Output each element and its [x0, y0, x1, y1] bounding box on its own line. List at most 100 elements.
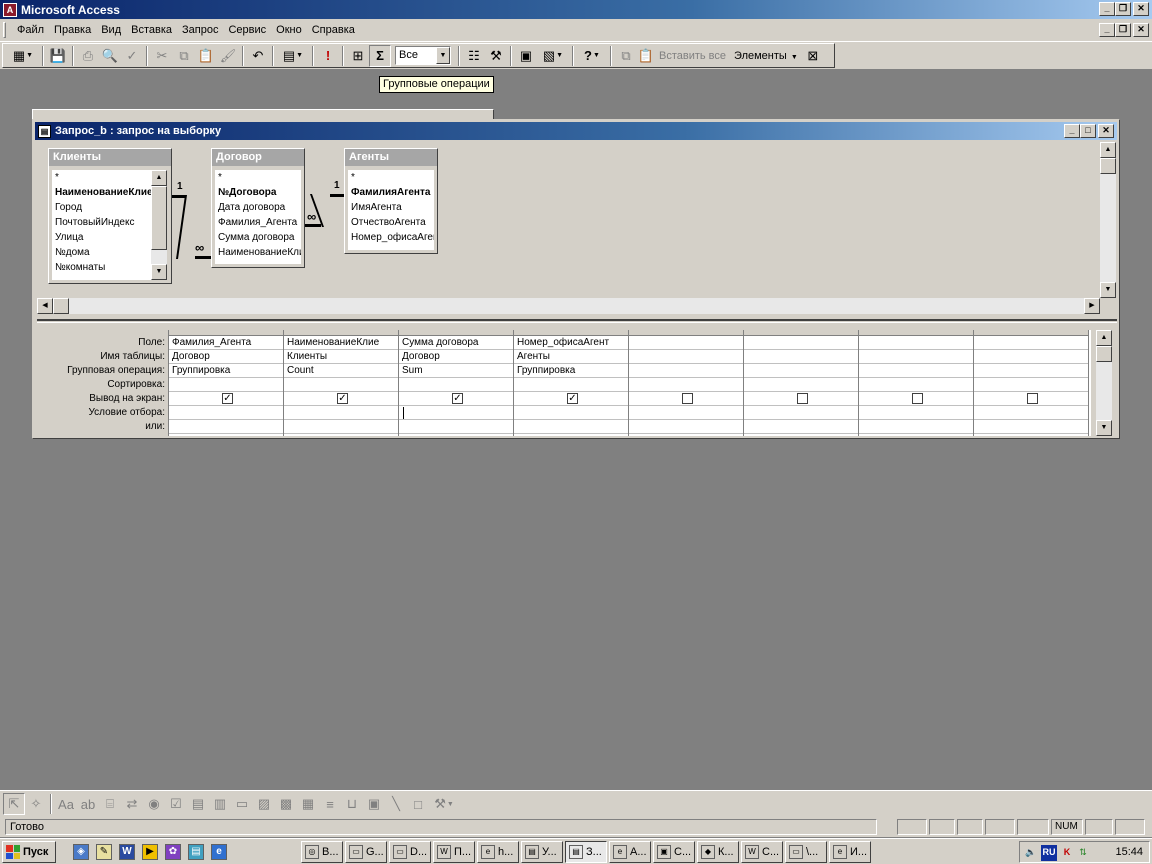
cell-field[interactable]: [859, 336, 973, 350]
cell-table[interactable]: [859, 350, 973, 364]
cell-or[interactable]: [859, 420, 973, 434]
combobox-icon[interactable]: ▤: [187, 793, 209, 815]
cell-or[interactable]: [284, 420, 398, 434]
cell-or[interactable]: [169, 420, 283, 434]
cell-sort[interactable]: [859, 378, 973, 392]
field-item[interactable]: *: [215, 170, 301, 185]
unbound-object-icon[interactable]: ▩: [275, 793, 297, 815]
relation-line[interactable]: [195, 256, 211, 259]
checkbox-checked-icon[interactable]: ✓: [337, 393, 348, 404]
rectangle-icon[interactable]: □: [407, 793, 429, 815]
cell-field[interactable]: Сумма договора: [399, 336, 513, 350]
field-item-key[interactable]: №Договора: [215, 185, 301, 200]
field-item[interactable]: Фамилия_Агента: [215, 215, 301, 230]
table-pane-vscrollbar[interactable]: ▲ ▼: [1100, 142, 1116, 298]
print-icon[interactable]: ⎙: [77, 45, 99, 67]
taskbar-task[interactable]: e А...: [609, 841, 651, 863]
cell-criteria[interactable]: [169, 406, 283, 420]
copy-clipboard-icon[interactable]: ⧉: [615, 45, 637, 67]
cell-total[interactable]: Группировка: [514, 364, 628, 378]
cell-total[interactable]: Sum: [399, 364, 513, 378]
menubar-grip[interactable]: [3, 22, 6, 38]
checkbox-unchecked-icon[interactable]: [682, 393, 693, 404]
volume-icon[interactable]: 🔈: [1023, 845, 1039, 861]
toggle-button-icon[interactable]: ⇄: [121, 793, 143, 815]
network-icon[interactable]: ⇅: [1075, 845, 1091, 861]
cell-sort[interactable]: [169, 378, 283, 392]
elements-menu-button[interactable]: Элементы ▼: [730, 50, 802, 62]
cell-or[interactable]: [514, 420, 628, 434]
checkbox-icon[interactable]: ☑: [165, 793, 187, 815]
show-desktop-icon[interactable]: ◈: [73, 844, 89, 860]
menu-window[interactable]: Окно: [271, 21, 307, 39]
command-button-icon[interactable]: ▭: [231, 793, 253, 815]
messenger-icon[interactable]: ✿: [165, 844, 181, 860]
copy-icon[interactable]: ⧉: [173, 45, 195, 67]
cell-field[interactable]: [974, 336, 1088, 350]
checkbox-checked-icon[interactable]: ✓: [567, 393, 578, 404]
field-item[interactable]: *: [52, 170, 151, 185]
relation-line[interactable]: [330, 194, 344, 197]
taskbar-task[interactable]: ▤ У...: [521, 841, 563, 863]
scroll-down-icon[interactable]: ▼: [151, 264, 167, 280]
subform-icon[interactable]: ▣: [363, 793, 385, 815]
field-item-key[interactable]: ФамилияАгента: [348, 185, 434, 200]
new-object-icon[interactable]: ▧ ▼: [537, 45, 569, 67]
cell-sort[interactable]: [514, 378, 628, 392]
field-item[interactable]: ОтчествоАгента: [348, 215, 434, 230]
field-list-agents[interactable]: Агенты * ФамилияАгента ИмяАгента Отчеств…: [344, 148, 438, 254]
cell-table[interactable]: Агенты: [514, 350, 628, 364]
listbox-icon[interactable]: ▥: [209, 793, 231, 815]
query-window-title-bar[interactable]: ▤ Запрос_b : запрос на выборку _ □ ✕: [35, 122, 1117, 140]
chevron-down-icon[interactable]: ▼: [436, 47, 450, 64]
doc-restore-icon[interactable]: ❐: [1115, 23, 1131, 37]
scroll-up-icon[interactable]: ▲: [1096, 330, 1112, 346]
taskbar-task[interactable]: W С...: [741, 841, 783, 863]
pane-splitter[interactable]: [37, 319, 1117, 323]
scroll-up-icon[interactable]: ▲: [1100, 142, 1116, 158]
cell-table[interactable]: [974, 350, 1088, 364]
cell-show[interactable]: ✓: [514, 392, 628, 406]
menu-query[interactable]: Запрос: [177, 21, 223, 39]
cell-or[interactable]: [744, 420, 858, 434]
taskbar-task-active[interactable]: ▤ З...: [565, 841, 607, 863]
scroll-thumb[interactable]: [53, 298, 69, 314]
spelling-icon[interactable]: ✓: [121, 45, 143, 67]
undo-icon[interactable]: ↶: [247, 45, 269, 67]
more-controls-icon[interactable]: ⚒ ▼: [429, 793, 459, 815]
taskbar-task[interactable]: e h...: [477, 841, 519, 863]
cell-table[interactable]: [629, 350, 743, 364]
word-icon[interactable]: W: [119, 844, 135, 860]
cell-show[interactable]: ✓: [399, 392, 513, 406]
field-item[interactable]: Город: [52, 200, 151, 215]
access-app-icon[interactable]: A: [3, 2, 17, 17]
query-minimize-icon[interactable]: _: [1064, 124, 1080, 138]
menu-file[interactable]: Файл: [12, 21, 49, 39]
database-window-icon[interactable]: ▣: [515, 45, 537, 67]
minimize-icon[interactable]: _: [1099, 2, 1115, 16]
field-item[interactable]: Сумма договора: [215, 230, 301, 245]
field-list-title[interactable]: Клиенты: [49, 149, 171, 166]
cell-sort[interactable]: [744, 378, 858, 392]
taskbar-task[interactable]: ◎ В...: [301, 841, 343, 863]
menu-insert[interactable]: Вставка: [126, 21, 177, 39]
query-close-icon[interactable]: ✕: [1098, 124, 1114, 138]
cell-show[interactable]: ✓: [169, 392, 283, 406]
field-item[interactable]: ИмяАгента: [348, 200, 434, 215]
show-table-icon[interactable]: ⊞: [347, 45, 369, 67]
save-icon[interactable]: 💾: [47, 45, 69, 67]
taskbar-task[interactable]: ▭ D...: [389, 841, 431, 863]
cell-criteria[interactable]: [284, 406, 398, 420]
taskbar-task[interactable]: ◆ К...: [697, 841, 739, 863]
field-item-key[interactable]: НаименованиеКлие: [52, 185, 151, 200]
cell-or[interactable]: [974, 420, 1088, 434]
doc-close-icon[interactable]: ✕: [1133, 23, 1149, 37]
start-button[interactable]: Пуск: [2, 841, 56, 863]
cell-criteria[interactable]: [859, 406, 973, 420]
checkbox-checked-icon[interactable]: ✓: [222, 393, 233, 404]
field-item[interactable]: ПочтовыйИндекс: [52, 215, 151, 230]
page-break-icon[interactable]: ≡: [319, 793, 341, 815]
antivirus-icon[interactable]: K: [1059, 845, 1075, 861]
cell-field[interactable]: Номер_офисаАгент: [514, 336, 628, 350]
scroll-down-icon[interactable]: ▼: [1096, 420, 1112, 436]
